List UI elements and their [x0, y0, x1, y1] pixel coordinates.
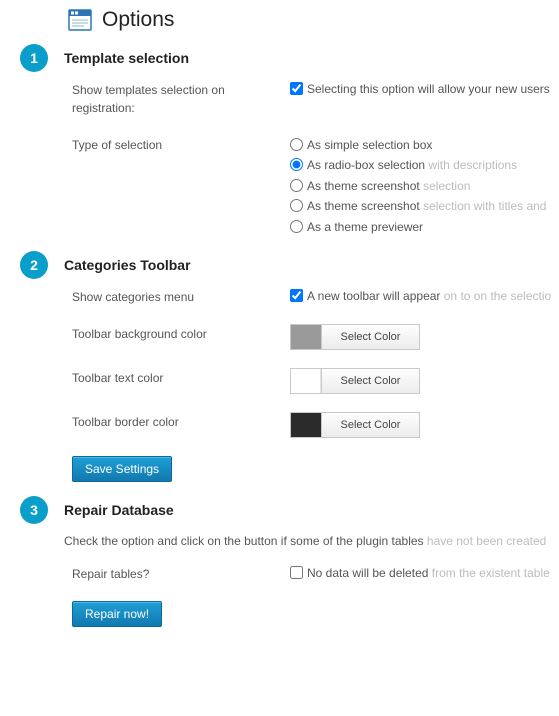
show-categories-label: Show categories menu [72, 287, 290, 306]
type-of-selection-label: Type of selection [72, 135, 290, 154]
radio-label: As theme screenshot selection with title… [307, 199, 546, 213]
section-badge-1: 1 [20, 44, 48, 72]
radio-screenshot-titles[interactable] [290, 199, 303, 212]
color-picker-text: Select Color [290, 368, 420, 394]
toolbar-border-label: Toolbar border color [72, 412, 290, 431]
radio-label: As radio-box selection with descriptions [307, 158, 517, 172]
show-templates-desc: Selecting this option will allow your ne… [307, 82, 550, 96]
show-categories-desc: A new toolbar will appear on to on the s… [307, 289, 551, 303]
radio-label: As simple selection box [307, 138, 432, 152]
radio-simple-box[interactable] [290, 138, 303, 151]
color-swatch-border [291, 413, 321, 437]
radio-previewer[interactable] [290, 220, 303, 233]
page-header: Options [20, 0, 559, 38]
section-template-selection: 1 Template selection Show templates sele… [20, 48, 559, 237]
type-of-selection-options: As simple selection box As radio-box sel… [290, 135, 559, 237]
repair-tables-checkbox[interactable] [290, 566, 303, 579]
select-color-button[interactable]: Select Color [321, 369, 419, 393]
repair-description: Check the option and click on the button… [64, 532, 559, 550]
options-icon [68, 8, 92, 32]
show-templates-label: Show templates selection on registration… [72, 80, 290, 117]
color-swatch-bg [291, 325, 321, 349]
section-badge-2: 2 [20, 251, 48, 279]
section-title-template: Template selection [64, 48, 559, 66]
section-repair-database: 3 Repair Database Check the option and c… [20, 500, 559, 627]
page-title: Options [102, 8, 174, 32]
select-color-button[interactable]: Select Color [321, 325, 419, 349]
radio-screenshot[interactable] [290, 179, 303, 192]
color-swatch-text [291, 369, 321, 393]
repair-now-button[interactable]: Repair now! [72, 601, 162, 627]
section-categories-toolbar: 2 Categories Toolbar Show categories men… [20, 255, 559, 482]
repair-tables-desc: No data will be deleted from the existen… [307, 566, 550, 580]
color-picker-border: Select Color [290, 412, 420, 438]
radio-label: As a theme previewer [307, 220, 423, 234]
color-picker-bg: Select Color [290, 324, 420, 350]
section-badge-3: 3 [20, 496, 48, 524]
show-categories-checkbox[interactable] [290, 289, 303, 302]
repair-tables-label: Repair tables? [72, 564, 290, 583]
section-title-categories: Categories Toolbar [64, 255, 559, 273]
save-settings-button[interactable]: Save Settings [72, 456, 172, 482]
radio-radio-box[interactable] [290, 158, 303, 171]
toolbar-bg-label: Toolbar background color [72, 324, 290, 343]
section-title-repair: Repair Database [64, 500, 559, 518]
select-color-button[interactable]: Select Color [321, 413, 419, 437]
radio-label: As theme screenshot selection [307, 179, 470, 193]
show-templates-checkbox[interactable] [290, 82, 303, 95]
toolbar-text-label: Toolbar text color [72, 368, 290, 387]
